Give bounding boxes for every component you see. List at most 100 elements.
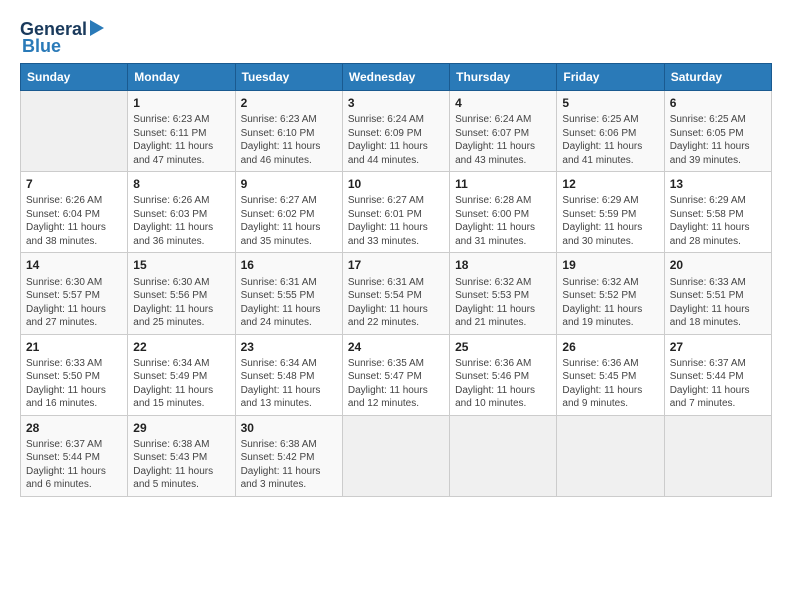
col-header-sunday: Sunday: [21, 64, 128, 91]
day-info: Sunrise: 6:36 AM Sunset: 5:45 PM Dayligh…: [562, 357, 658, 411]
day-number: 17: [348, 257, 444, 273]
calendar-cell: 25Sunrise: 6:36 AM Sunset: 5:46 PM Dayli…: [450, 334, 557, 415]
calendar-week-row: 21 Sunrise: 6:33 AM Sunset: 5:50 PM Dayli…: [21, 334, 772, 415]
day-info: Sunrise: 6:25 AM Sunset: 6:06 PM Dayligh…: [562, 113, 658, 167]
calendar-week-row: 14Sunrise: 6:30 AM Sunset: 5:57 PM Dayli…: [21, 253, 772, 334]
col-header-friday: Friday: [557, 64, 664, 91]
day-info: Sunrise: 6:27 AM Sunset: 6:02 PM Dayligh…: [241, 194, 337, 248]
calendar-cell: [342, 415, 449, 496]
day-info: Sunrise: 6:26 AM Sunset: 6:04 PM Dayligh…: [26, 194, 122, 248]
day-number: 12: [562, 176, 658, 192]
day-number: 26: [562, 339, 658, 355]
calendar-cell: 7 Sunrise: 6:26 AM Sunset: 6:04 PM Daylig…: [21, 172, 128, 253]
day-number: 10: [348, 176, 444, 192]
day-info: Sunrise: 6:31 AM Sunset: 5:55 PM Dayligh…: [241, 276, 337, 330]
day-number: 5: [562, 95, 658, 111]
calendar-week-row: 7 Sunrise: 6:26 AM Sunset: 6:04 PM Daylig…: [21, 172, 772, 253]
day-info: Sunrise: 6:34 AM Sunset: 5:49 PM Dayligh…: [133, 357, 229, 411]
col-header-wednesday: Wednesday: [342, 64, 449, 91]
calendar-cell: 8 Sunrise: 6:26 AM Sunset: 6:03 PM Daylig…: [128, 172, 235, 253]
calendar-cell: 27Sunrise: 6:37 AM Sunset: 5:44 PM Dayli…: [664, 334, 771, 415]
calendar-week-row: 1 Sunrise: 6:23 AM Sunset: 6:11 PM Daylig…: [21, 91, 772, 172]
day-number: 9: [241, 176, 337, 192]
day-number: 4: [455, 95, 551, 111]
day-number: 16: [241, 257, 337, 273]
calendar-cell: [557, 415, 664, 496]
col-header-saturday: Saturday: [664, 64, 771, 91]
calendar-week-row: 28Sunrise: 6:37 AM Sunset: 5:44 PM Dayli…: [21, 415, 772, 496]
page-header: General Blue: [20, 18, 772, 57]
day-info: Sunrise: 6:23 AM Sunset: 6:10 PM Dayligh…: [241, 113, 337, 167]
day-number: 15: [133, 257, 229, 273]
calendar-cell: 22 Sunrise: 6:34 AM Sunset: 5:49 PM Dayli…: [128, 334, 235, 415]
calendar-cell: 13 Sunrise: 6:29 AM Sunset: 5:58 PM Dayli…: [664, 172, 771, 253]
day-number: 13: [670, 176, 766, 192]
day-info: Sunrise: 6:33 AM Sunset: 5:51 PM Dayligh…: [670, 276, 766, 330]
day-info: Sunrise: 6:37 AM Sunset: 5:44 PM Dayligh…: [26, 438, 122, 492]
day-number: 22: [133, 339, 229, 355]
calendar-cell: 18 Sunrise: 6:32 AM Sunset: 5:53 PM Dayli…: [450, 253, 557, 334]
day-number: 8: [133, 176, 229, 192]
day-number: 1: [133, 95, 229, 111]
day-info: Sunrise: 6:38 AM Sunset: 5:43 PM Dayligh…: [133, 438, 229, 492]
day-info: Sunrise: 6:38 AM Sunset: 5:42 PM Dayligh…: [241, 438, 337, 492]
day-info: Sunrise: 6:31 AM Sunset: 5:54 PM Dayligh…: [348, 276, 444, 330]
day-number: 27: [670, 339, 766, 355]
calendar-cell: 19Sunrise: 6:32 AM Sunset: 5:52 PM Dayli…: [557, 253, 664, 334]
day-number: 7: [26, 176, 122, 192]
calendar-cell: 11 Sunrise: 6:28 AM Sunset: 6:00 PM Dayli…: [450, 172, 557, 253]
calendar-cell: 2 Sunrise: 6:23 AM Sunset: 6:10 PM Daylig…: [235, 91, 342, 172]
day-number: 18: [455, 257, 551, 273]
day-info: Sunrise: 6:33 AM Sunset: 5:50 PM Dayligh…: [26, 357, 122, 411]
calendar-cell: 30 Sunrise: 6:38 AM Sunset: 5:42 PM Dayli…: [235, 415, 342, 496]
calendar-cell: 5 Sunrise: 6:25 AM Sunset: 6:06 PM Daylig…: [557, 91, 664, 172]
day-info: Sunrise: 6:26 AM Sunset: 6:03 PM Dayligh…: [133, 194, 229, 248]
day-number: 20: [670, 257, 766, 273]
calendar-cell: 29 Sunrise: 6:38 AM Sunset: 5:43 PM Dayli…: [128, 415, 235, 496]
calendar-cell: 6 Sunrise: 6:25 AM Sunset: 6:05 PM Daylig…: [664, 91, 771, 172]
calendar-table: SundayMondayTuesdayWednesdayThursdayFrid…: [20, 63, 772, 497]
col-header-thursday: Thursday: [450, 64, 557, 91]
day-info: Sunrise: 6:25 AM Sunset: 6:05 PM Dayligh…: [670, 113, 766, 167]
day-info: Sunrise: 6:30 AM Sunset: 5:56 PM Dayligh…: [133, 276, 229, 330]
calendar-cell: 14Sunrise: 6:30 AM Sunset: 5:57 PM Dayli…: [21, 253, 128, 334]
logo-arrow-icon: [90, 20, 104, 41]
logo-blue-text: Blue: [22, 36, 61, 56]
calendar-cell: 16 Sunrise: 6:31 AM Sunset: 5:55 PM Dayli…: [235, 253, 342, 334]
day-number: 24: [348, 339, 444, 355]
day-number: 3: [348, 95, 444, 111]
day-number: 23: [241, 339, 337, 355]
calendar-cell: 28Sunrise: 6:37 AM Sunset: 5:44 PM Dayli…: [21, 415, 128, 496]
calendar-cell: 21 Sunrise: 6:33 AM Sunset: 5:50 PM Dayli…: [21, 334, 128, 415]
calendar-cell: 17 Sunrise: 6:31 AM Sunset: 5:54 PM Dayli…: [342, 253, 449, 334]
calendar-cell: 26 Sunrise: 6:36 AM Sunset: 5:45 PM Dayli…: [557, 334, 664, 415]
day-number: 6: [670, 95, 766, 111]
day-info: Sunrise: 6:35 AM Sunset: 5:47 PM Dayligh…: [348, 357, 444, 411]
day-number: 30: [241, 420, 337, 436]
calendar-cell: 15 Sunrise: 6:30 AM Sunset: 5:56 PM Dayli…: [128, 253, 235, 334]
day-info: Sunrise: 6:29 AM Sunset: 5:59 PM Dayligh…: [562, 194, 658, 248]
day-info: Sunrise: 6:27 AM Sunset: 6:01 PM Dayligh…: [348, 194, 444, 248]
day-info: Sunrise: 6:28 AM Sunset: 6:00 PM Dayligh…: [455, 194, 551, 248]
day-info: Sunrise: 6:24 AM Sunset: 6:09 PM Dayligh…: [348, 113, 444, 167]
logo: General Blue: [20, 18, 104, 57]
day-info: Sunrise: 6:29 AM Sunset: 5:58 PM Dayligh…: [670, 194, 766, 248]
day-info: Sunrise: 6:36 AM Sunset: 5:46 PM Dayligh…: [455, 357, 551, 411]
day-info: Sunrise: 6:24 AM Sunset: 6:07 PM Dayligh…: [455, 113, 551, 167]
day-info: Sunrise: 6:23 AM Sunset: 6:11 PM Dayligh…: [133, 113, 229, 167]
day-number: 21: [26, 339, 122, 355]
calendar-cell: 4 Sunrise: 6:24 AM Sunset: 6:07 PM Daylig…: [450, 91, 557, 172]
calendar-cell: [450, 415, 557, 496]
calendar-cell: 9 Sunrise: 6:27 AM Sunset: 6:02 PM Daylig…: [235, 172, 342, 253]
day-info: Sunrise: 6:32 AM Sunset: 5:52 PM Dayligh…: [562, 276, 658, 330]
day-info: Sunrise: 6:32 AM Sunset: 5:53 PM Dayligh…: [455, 276, 551, 330]
calendar-cell: 24 Sunrise: 6:35 AM Sunset: 5:47 PM Dayli…: [342, 334, 449, 415]
calendar-cell: 20 Sunrise: 6:33 AM Sunset: 5:51 PM Dayli…: [664, 253, 771, 334]
calendar-cell: 10 Sunrise: 6:27 AM Sunset: 6:01 PM Dayli…: [342, 172, 449, 253]
day-number: 2: [241, 95, 337, 111]
col-header-monday: Monday: [128, 64, 235, 91]
day-number: 29: [133, 420, 229, 436]
day-info: Sunrise: 6:34 AM Sunset: 5:48 PM Dayligh…: [241, 357, 337, 411]
day-number: 11: [455, 176, 551, 192]
calendar-cell: 23 Sunrise: 6:34 AM Sunset: 5:48 PM Dayli…: [235, 334, 342, 415]
